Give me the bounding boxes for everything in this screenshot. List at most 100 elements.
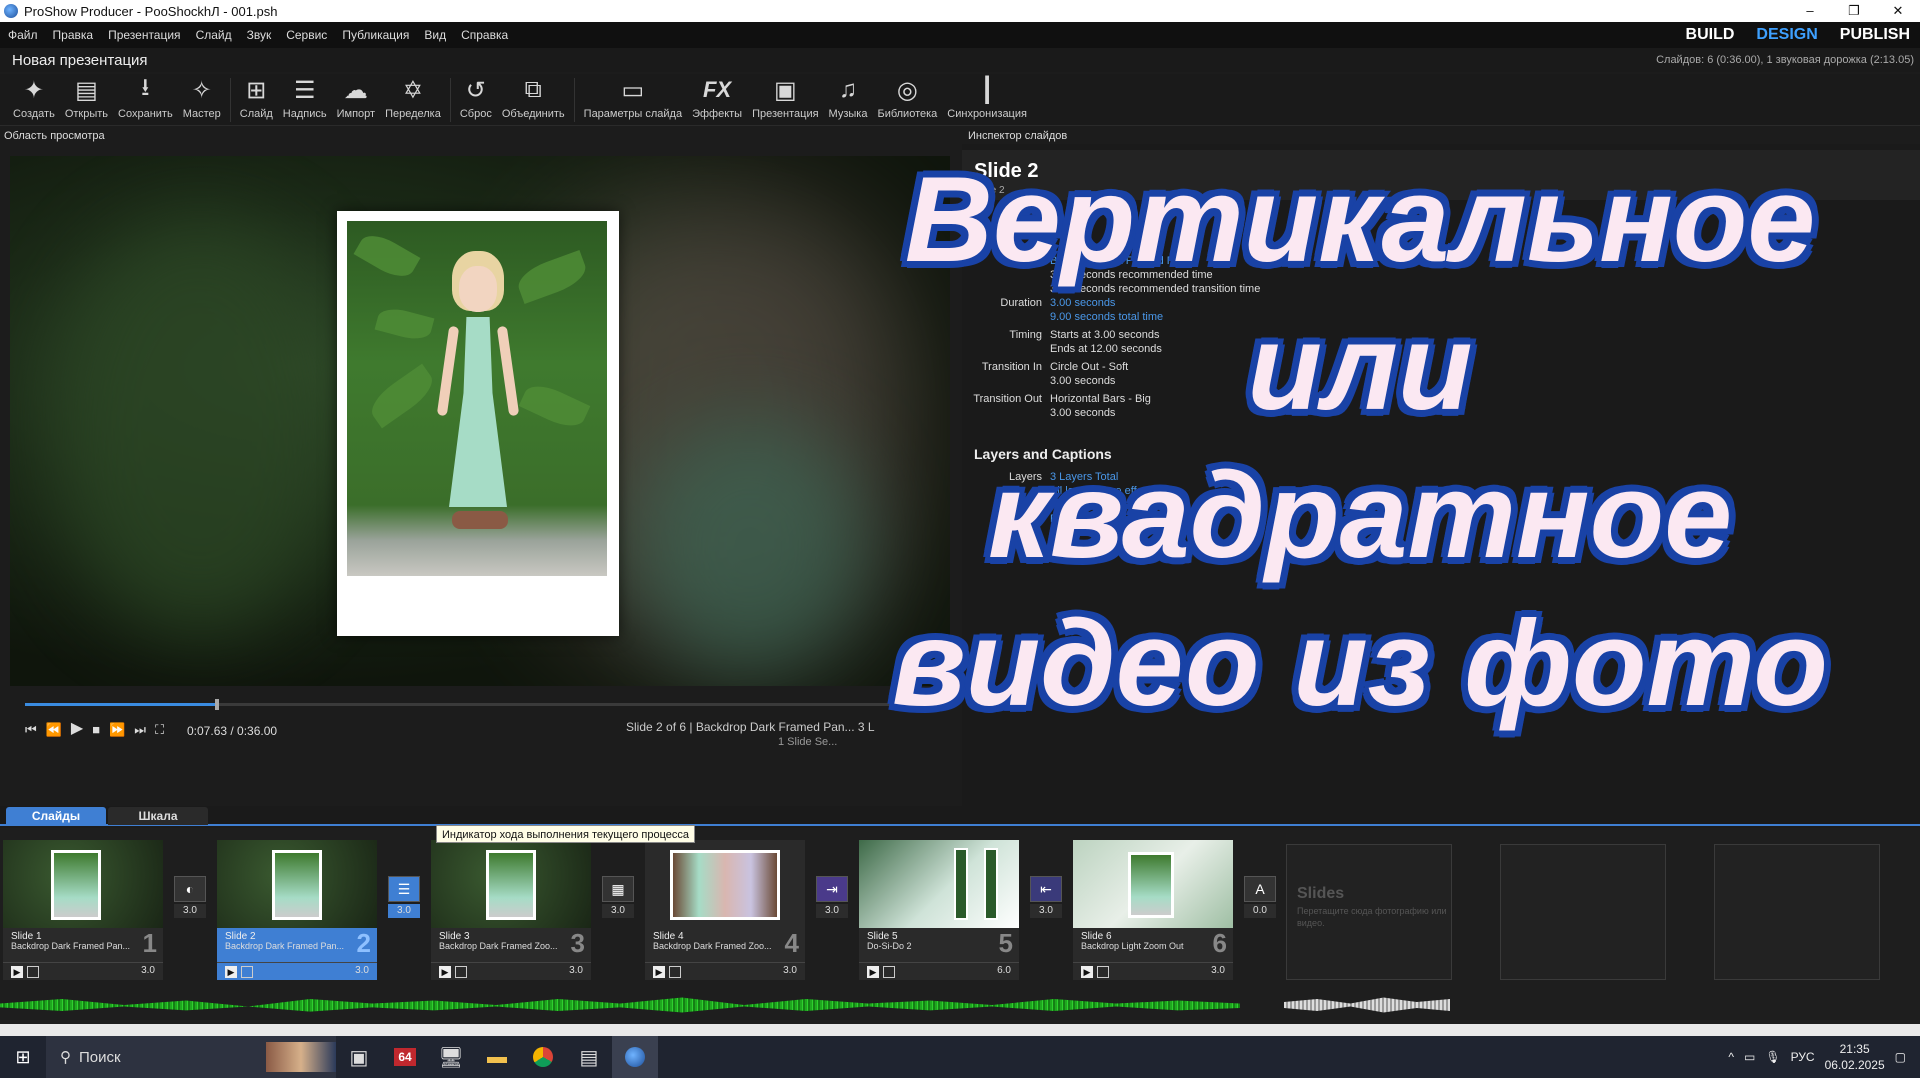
fullscreen-icon[interactable]: ⛶ <box>155 722 164 738</box>
slide-item[interactable]: Slide 1 Backdrop Dark Framed Pan... 1 ▶ … <box>3 840 163 980</box>
toolbar-show-options-button[interactable]: ▣ Презентация <box>747 75 823 125</box>
empty-slide-slot[interactable] <box>1714 844 1880 980</box>
toolbar-reset-button[interactable]: ↺ Сброс <box>455 75 497 125</box>
slide-duration[interactable]: 3.0 <box>783 965 797 976</box>
menu-presentation[interactable]: Презентация <box>100 28 188 42</box>
slide-duration[interactable]: 3.0 <box>355 965 369 976</box>
row-value[interactable]: All layers have effects <box>1050 484 1270 498</box>
transition-duration[interactable]: 3.0 <box>816 904 848 918</box>
audio-waveform-inactive[interactable] <box>1284 997 1450 1013</box>
chrome-icon[interactable] <box>520 1036 566 1078</box>
audio-waveform[interactable] <box>0 997 1240 1013</box>
menu-help[interactable]: Справка <box>453 28 515 42</box>
toolbar-remake-button[interactable]: ✡ Переделка <box>380 75 446 125</box>
chevron-up-icon[interactable]: ^ <box>1728 1050 1734 1064</box>
microphone-icon[interactable]: 🎙 <box>1765 1050 1780 1064</box>
menu-sound[interactable]: Звук <box>239 28 279 42</box>
slide-item[interactable]: Slide 5 Do-Si-Do 2 5 ▶ 6.0 <box>859 840 1019 980</box>
toolbar-effects-button[interactable]: FX Эффекты <box>687 75 747 125</box>
toolbar-open-button[interactable]: ▤ Открыть <box>60 75 113 125</box>
toolbar-import-button[interactable]: ☁ Импорт <box>332 75 380 125</box>
play-icon[interactable]: ▶ <box>225 966 237 978</box>
transition-item[interactable]: ▦ 3.0 <box>600 876 636 924</box>
toolbar-save-button[interactable]: ⭳ Сохранить <box>113 74 178 125</box>
transition-item[interactable]: ☰ 3.0 <box>386 876 422 924</box>
toolbar-merge-button[interactable]: ⧉ Объединить <box>497 75 570 125</box>
play-icon[interactable]: ▶ <box>11 966 23 978</box>
restore-button[interactable]: ❐ <box>1832 0 1876 22</box>
mode-design[interactable]: DESIGN <box>1756 26 1817 44</box>
layers-icon[interactable] <box>241 966 253 978</box>
transition-item[interactable]: ◐ 3.0 <box>172 876 208 924</box>
menu-publish[interactable]: Публикация <box>334 28 416 42</box>
slide-duration[interactable]: 3.0 <box>569 965 583 976</box>
layers-icon[interactable] <box>669 966 681 978</box>
file-explorer-icon[interactable]: ▬ <box>474 1036 520 1078</box>
play-icon[interactable]: ▶ <box>71 721 83 738</box>
clock[interactable]: 21:35 06.02.2025 <box>1825 1041 1885 1073</box>
tab-scale[interactable]: Шкала <box>108 807 208 825</box>
toolbar-music-button[interactable]: ♫ Музыка <box>824 75 873 125</box>
layers-icon[interactable] <box>883 966 895 978</box>
taskbar-app-badge[interactable]: 64 <box>382 1036 428 1078</box>
menu-slide[interactable]: Слайд <box>188 28 239 42</box>
slide-item[interactable]: Slide 4 Backdrop Dark Framed Zoo... 4 ▶ … <box>645 840 805 980</box>
network-icon[interactable]: ▭ <box>1744 1050 1755 1064</box>
task-view-icon[interactable]: ▣ <box>336 1036 382 1078</box>
playback-scrubber[interactable] <box>25 699 930 710</box>
transition-duration[interactable]: 0.0 <box>1244 904 1276 918</box>
slide-item[interactable]: Slide 3 Backdrop Dark Framed Zoo... 3 ▶ … <box>431 840 591 980</box>
next-icon[interactable]: ⏩ <box>109 722 125 738</box>
notification-icon[interactable]: ▢ <box>1895 1050 1906 1064</box>
windows-start-icon[interactable]: ⊞ <box>0 1036 46 1078</box>
menu-edit[interactable]: Правка <box>45 28 101 42</box>
layers-icon[interactable] <box>1097 966 1109 978</box>
minimize-button[interactable]: – <box>1788 0 1832 22</box>
transition-duration[interactable]: 3.0 <box>602 904 634 918</box>
timeline-scrollbar[interactable] <box>0 1024 1920 1036</box>
proshow-taskbar-icon[interactable] <box>612 1036 658 1078</box>
computer-icon[interactable]: 🖥 <box>428 1036 474 1078</box>
preview-area[interactable] <box>10 156 950 686</box>
slide-duration[interactable]: 3.0 <box>141 965 155 976</box>
row-value[interactable]: 3.00 seconds <box>1050 296 1270 310</box>
transition-duration[interactable]: 3.0 <box>174 904 206 918</box>
last-slide-icon[interactable]: ⏭ <box>134 722 146 738</box>
row-value[interactable]: None <box>1050 530 1270 544</box>
play-icon[interactable]: ▶ <box>867 966 879 978</box>
play-icon[interactable]: ▶ <box>439 966 451 978</box>
row-value[interactable]: 9.00 seconds total time <box>1050 310 1270 324</box>
menu-view[interactable]: Вид <box>416 28 453 42</box>
slide-item[interactable]: Slide 6 Backdrop Light Zoom Out 6 ▶ 3.0 <box>1073 840 1233 980</box>
toolbar-library-button[interactable]: ◎ Библиотека <box>872 75 942 125</box>
row-value[interactable]: Backdrop Dark Framed Pan <box>1050 254 1270 268</box>
menu-file[interactable]: Файл <box>0 28 45 42</box>
close-button[interactable]: ✕ <box>1876 0 1920 22</box>
transition-item[interactable]: ⇤ 3.0 <box>1028 876 1064 924</box>
scrubber-thumb[interactable] <box>214 699 219 710</box>
stop-icon[interactable]: ■ <box>92 722 100 738</box>
store-icon[interactable]: ▤ <box>566 1036 612 1078</box>
transition-item[interactable]: A 0.0 <box>1242 876 1278 924</box>
slide-duration[interactable]: 3.0 <box>1211 965 1225 976</box>
toolbar-create-button[interactable]: ✦ Создать <box>8 75 60 125</box>
toolbar-caption-button[interactable]: ☰ Надпись <box>278 75 332 125</box>
taskbar-search[interactable]: ⚲ Поиск <box>46 1036 336 1078</box>
transition-item[interactable]: ⇥ 3.0 <box>814 876 850 924</box>
layers-icon[interactable] <box>455 966 467 978</box>
empty-slide-slot[interactable]: Slides Перетащите сюда фотографию или ви… <box>1286 844 1452 980</box>
layers-icon[interactable] <box>27 966 39 978</box>
previous-icon[interactable]: ⏪ <box>46 722 62 738</box>
transition-duration[interactable]: 3.0 <box>388 904 420 918</box>
slide-item[interactable]: Slide 2 Backdrop Dark Framed Pan... 2 ▶ … <box>217 840 377 980</box>
play-icon[interactable]: ▶ <box>1081 966 1093 978</box>
toolbar-slide-button[interactable]: ⊞ Слайд <box>235 75 278 125</box>
menu-service[interactable]: Сервис <box>278 28 334 42</box>
toolbar-wizard-button[interactable]: ✧ Мастер <box>178 75 226 125</box>
tab-slides[interactable]: Слайды <box>6 807 106 825</box>
row-value[interactable]: Photos / Videos: 3 <box>1050 512 1270 526</box>
toolbar-sync-button[interactable]: ┃ Синхронизация <box>942 75 1032 125</box>
first-slide-icon[interactable]: ⏮ <box>25 722 37 738</box>
slide-duration[interactable]: 6.0 <box>997 965 1011 976</box>
toolbar-slide-options-button[interactable]: ▭ Параметры слайда <box>579 75 687 125</box>
